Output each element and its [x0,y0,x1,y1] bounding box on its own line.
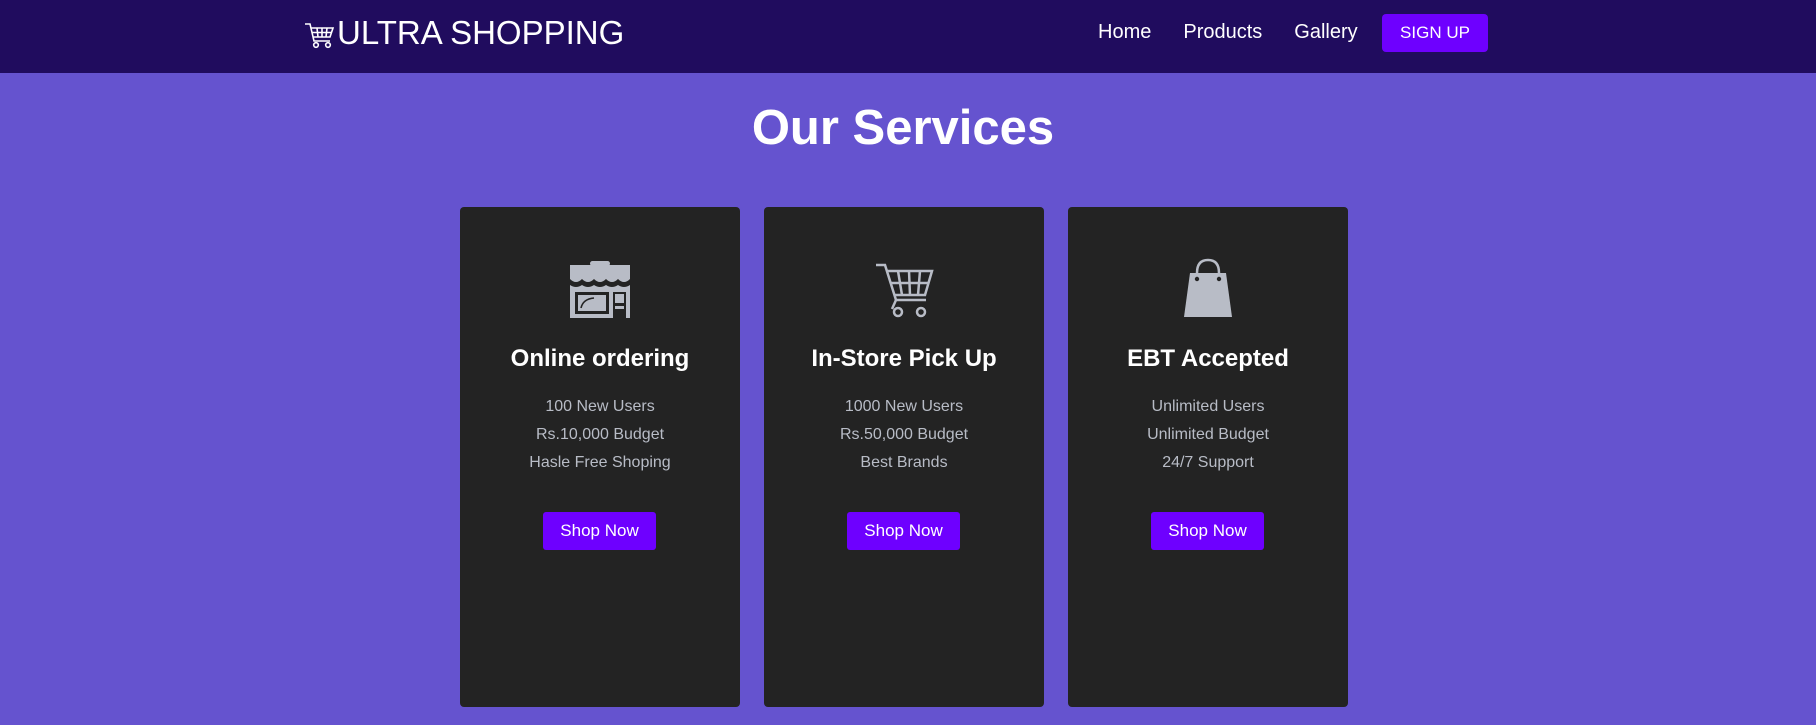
feature-budget: Unlimited Budget [1147,426,1269,443]
shop-now-button[interactable]: Shop Now [1151,512,1264,550]
signup-button[interactable]: SIGN UP [1382,14,1488,52]
card-title: EBT Accepted [1127,345,1289,372]
shopping-cart-icon [304,19,335,49]
store-icon [460,255,740,319]
card-features: Unlimited Users Unlimited Budget 24/7 Su… [1068,393,1348,477]
card-features: 1000 New Users Rs.50,000 Budget Best Bra… [764,393,1044,477]
feature-budget: Rs.50,000 Budget [839,426,969,443]
card-title: In-Store Pick Up [811,345,997,372]
card-features: 100 New Users Rs.10,000 Budget Hasle Fre… [460,393,740,477]
nav-home[interactable]: Home [1098,21,1151,44]
nav-links: Home Products Gallery [1098,0,1390,64]
feature-extra: Hasle Free Shoping [529,454,671,471]
shop-now-button[interactable]: Shop Now [543,512,656,550]
feature-extra: Best Brands [860,454,948,471]
logo-text: ULTRA SHOPPING [337,14,625,51]
logo-link[interactable]: ULTRA SHOPPING [304,14,624,52]
shopping-cart-icon [764,255,1044,319]
nav-gallery[interactable]: Gallery [1294,21,1357,44]
feature-users: 100 New Users [545,398,655,415]
nav-products[interactable]: Products [1183,21,1262,44]
page-title: Our Services [751,101,1055,155]
shopping-bag-icon [1068,255,1348,319]
navbar: ULTRA SHOPPING Home Products Gallery SIG… [0,0,1816,73]
card-title: Online ordering [510,345,690,372]
feature-users: Unlimited Users [1151,398,1265,415]
feature-extra: 24/7 Support [1162,454,1254,471]
service-card-online-ordering: Online ordering 100 New Users Rs.10,000 … [460,207,740,707]
feature-budget: Rs.10,000 Budget [535,426,665,443]
feature-users: 1000 New Users [844,398,964,415]
shop-now-button[interactable]: Shop Now [847,512,960,550]
service-card-ebt-accepted: EBT Accepted Unlimited Users Unlimited B… [1068,207,1348,707]
service-card-in-store-pick-up: In-Store Pick Up 1000 New Users Rs.50,00… [764,207,1044,707]
